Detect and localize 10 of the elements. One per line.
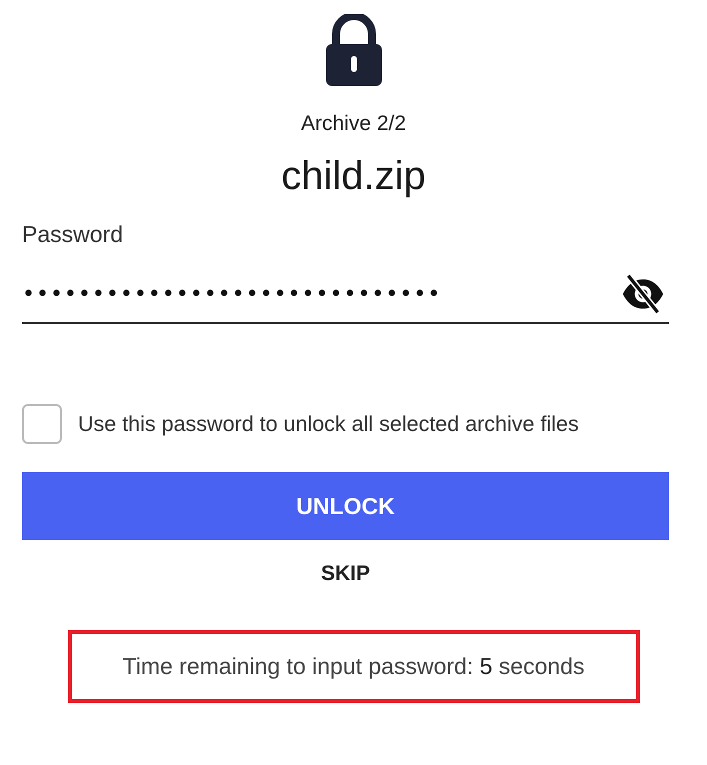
password-label: Password <box>22 221 124 248</box>
eye-slash-icon[interactable] <box>621 272 665 316</box>
archive-counter: Archive 2/2 <box>300 112 406 136</box>
unlock-button[interactable]: UNLOCK <box>22 472 669 540</box>
skip-button[interactable]: SKIP <box>312 558 378 590</box>
file-name: child.zip <box>281 154 426 199</box>
timer-text: Time remaining to input password: 5 seconds <box>122 653 584 680</box>
password-field[interactable]: •••••••••••••••••••••••••••••• <box>22 282 621 306</box>
checkbox[interactable] <box>22 404 62 444</box>
checkbox-label: Use this password to unlock all selected archive files <box>78 412 579 436</box>
